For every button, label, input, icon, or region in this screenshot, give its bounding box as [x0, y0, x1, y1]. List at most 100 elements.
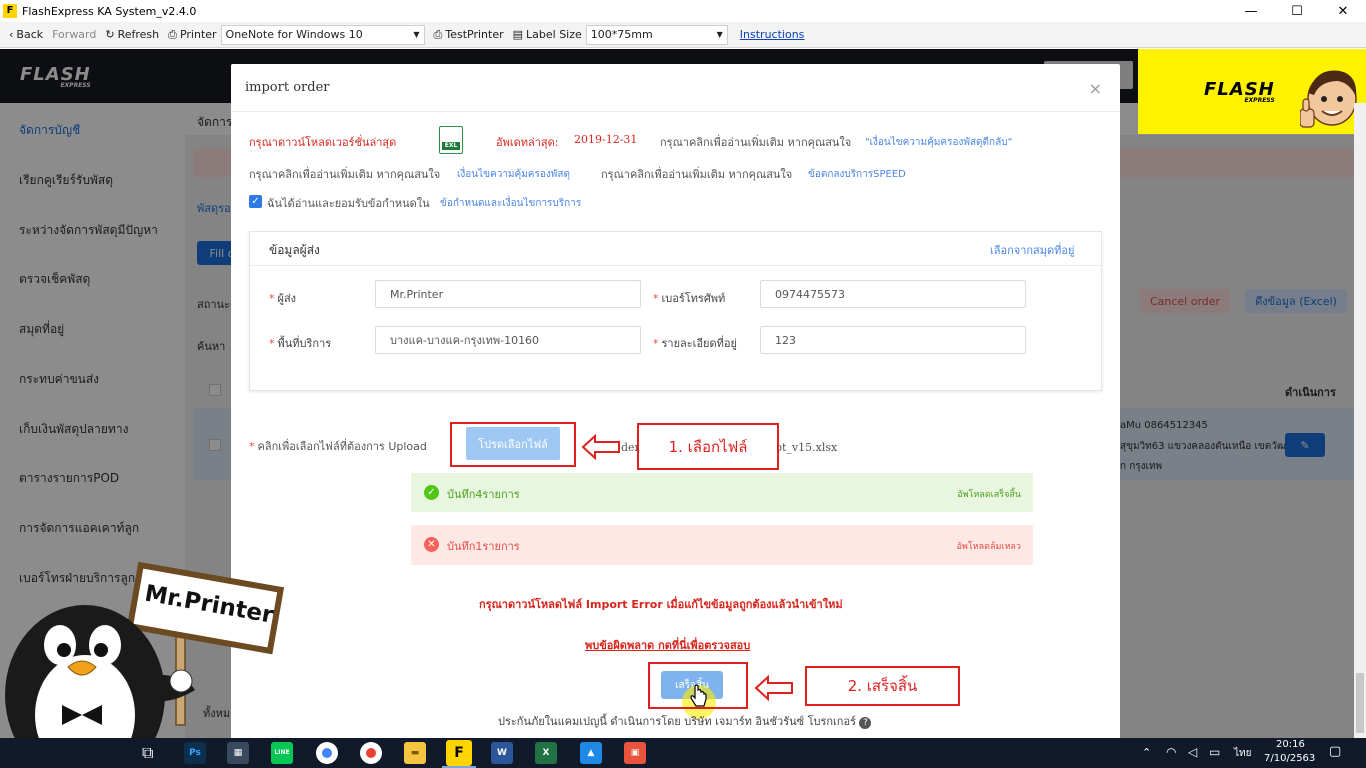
check-circle-icon: ✓ [424, 485, 439, 500]
volume-icon[interactable]: ◁ [1188, 745, 1197, 759]
phone-field[interactable]: 0974475573 [760, 280, 1026, 308]
clock-time[interactable]: 20:16 [1276, 739, 1305, 750]
service-area-field[interactable]: บางแค-บางแค-กรุงเทพ-10160 [375, 326, 641, 354]
read-more-text-2: กรุณาคลิกเพื่ออ่านเพิ่มเติม หากคุณสนใจ [249, 168, 441, 181]
brand-logo: FLASH EXPRESS [1204, 79, 1275, 104]
line-app-icon[interactable]: LINE [271, 742, 293, 764]
forward-label: Forward [52, 28, 97, 41]
excel-template-icon[interactable]: EXL [439, 126, 463, 154]
word-icon[interactable]: W [491, 742, 513, 764]
accept-terms-text: ฉันได้อ่านและยอมรับข้อกำหนดใน [267, 197, 430, 210]
highlight-finish [648, 662, 748, 709]
step2-callout: 2. เสร็จสิ้น [805, 666, 960, 706]
return-coverage-link[interactable]: "เงื่อนไขความคุ้มครองพัสดุตีกลับ" [865, 135, 1012, 150]
printer-label: ⎙ Printer [168, 28, 216, 42]
error-instruction-text: กรุณาดาวน์โหลดไฟล์ Import Error เมื่อแก้… [479, 598, 843, 611]
maximize-button[interactable]: ☐ [1274, 0, 1320, 22]
back-button[interactable]: ‹ Back [9, 28, 43, 41]
photos-icon[interactable]: ▲ [580, 742, 602, 764]
upload-label-text: คลิกเพื่อเลือกไฟล์ที่ต้องการ Upload [257, 440, 427, 453]
label-size-value: 100*75mm [590, 28, 653, 41]
insurance-footer-text: ประกันภัยในแคมเปญนี้ ดำเนินการโดย บริษัท… [498, 715, 856, 728]
success-status: อัพโหลดเสร็จสิ้น [957, 490, 1021, 500]
address-detail-field[interactable]: 123 [760, 326, 1026, 354]
sender-label: * ผู้ส่ง [269, 292, 297, 305]
sender-card-title: ข้อมูลผู้ส่ง [269, 243, 320, 257]
terms-link[interactable]: ข้อกำหนดและเงื่อนไขการบริการ [440, 196, 581, 211]
window-controls: — ☐ ✕ [1228, 0, 1366, 22]
refresh-button[interactable]: ↻ Refresh [105, 28, 159, 41]
battery-icon[interactable]: ▭ [1209, 745, 1220, 759]
chrome-center [322, 748, 332, 758]
flash-express-app-icon[interactable]: F [446, 740, 472, 766]
excel-badge: EXL [442, 142, 460, 150]
help-circle-icon[interactable]: ? [859, 717, 872, 729]
close-window-button[interactable]: ✕ [1320, 0, 1366, 22]
tray-chevron-up-icon[interactable]: ⌃ [1142, 746, 1151, 759]
label-size-label: ▤ Label Size [513, 28, 582, 41]
choose-from-address-book-link[interactable]: เลือกจากสมุดที่อยู่ [990, 241, 1074, 259]
brand-banner: FLASH EXPRESS [1138, 49, 1366, 134]
app-toolbar: ‹ Back Forward ↻ Refresh ⎙ Printer OneNote … [0, 22, 1366, 48]
modal-divider [231, 111, 1120, 112]
window-title: FlashExpress KA System_v2.4.0 [22, 4, 197, 18]
notification-icon[interactable]: ▢ [1329, 744, 1341, 759]
windows-taskbar: ⧉ Ps ▦ LINE ▬ F W X ▲ ▣ ⌃ ◠ ◁ ▭ ไทย 20:1… [0, 738, 1366, 768]
page-scrollbar[interactable] [1354, 103, 1366, 738]
service-area-label: * พื้นที่บริการ [269, 337, 332, 350]
read-more-text-1: กรุณาคลิกเพื่ออ่านเพิ่มเติม หากคุณสนใจ [660, 136, 852, 149]
arrow-left-icon [754, 675, 793, 701]
address-detail-label-text: รายละเอียดที่อยู่ [661, 337, 737, 350]
document-icon: ▤ [512, 28, 524, 41]
file-explorer-icon[interactable]: ▬ [404, 742, 426, 764]
refresh-icon: ↻ [105, 28, 115, 41]
file-name-end: pt_v15.xlsx [775, 441, 838, 454]
chrome-icon[interactable] [316, 742, 338, 764]
scrollbar-thumb[interactable] [1356, 673, 1364, 733]
printer-select[interactable]: OneNote for Windows 10 ▼ [220, 24, 425, 45]
media-app-icon[interactable]: ▣ [624, 742, 646, 764]
back-label: Back [16, 28, 44, 41]
insurance-footer: ประกันภัยในแคมเปญนี้ ดำเนินการโดย บริษัท… [498, 712, 872, 730]
error-circle-icon: ✕ [424, 537, 439, 552]
accept-terms-checkbox[interactable]: ✓ [249, 195, 262, 208]
minimize-button[interactable]: — [1228, 0, 1274, 22]
phone-label-text: เบอร์โทรศัพท์ [661, 292, 726, 305]
test-printer-button[interactable]: ⎙ TestPrinter [434, 28, 504, 42]
thumbs-up-character-icon [1300, 70, 1357, 128]
service-area-label-text: พื้นที่บริการ [277, 337, 332, 350]
speed-service-link[interactable]: ข้อตกลงบริการSPEED [808, 167, 906, 182]
check-errors-link[interactable]: พบข้อผิดพลาด กดที่นี่เพื่อตรวจสอบ [585, 636, 750, 654]
instructions-link[interactable]: Instructions [740, 28, 805, 41]
label-size-select[interactable]: 100*75mm ▼ [585, 24, 728, 45]
error-status: อัพโหลดล้มเหลว [956, 542, 1022, 552]
error-count: บันทึก1รายการ [447, 540, 520, 553]
sender-field[interactable]: Mr.Printer [375, 280, 641, 308]
clock-date[interactable]: 7/10/2563 [1264, 753, 1315, 764]
sender-info-card: ข้อมูลผู้ส่ง เลือกจากสมุดที่อยู่ * ผู้ส่ง… [249, 231, 1103, 391]
chrome-profile-icon[interactable] [360, 742, 382, 764]
success-count: บันทึก4รายการ [447, 488, 520, 501]
dropdown-arrow-icon: ▼ [716, 30, 723, 39]
wifi-icon[interactable]: ◠ [1166, 745, 1176, 759]
forward-button[interactable]: Forward [52, 28, 96, 41]
sender-label-text: ผู้ส่ง [277, 292, 297, 305]
download-latest-text: กรุณาดาวน์โหลดเวอร์ชั่นล่าสุด [249, 136, 397, 149]
address-detail-label: * รายละเอียดที่อยู่ [653, 337, 737, 350]
calculator-icon[interactable]: ▦ [227, 742, 249, 764]
updated-label: อัพเดทล่าสุด: [496, 136, 559, 149]
close-icon[interactable]: × [1089, 79, 1102, 98]
language-indicator[interactable]: ไทย [1234, 746, 1251, 761]
phone-label: * เบอร์โทรศัพท์ [653, 292, 726, 305]
sender-card-header [250, 232, 1103, 266]
upload-label: * คลิกเพื่อเลือกไฟล์ที่ต้องการ Upload [249, 440, 427, 453]
excel-icon[interactable]: X [535, 742, 557, 764]
upload-error-box: ✕ บันทึก1รายการ อัพโหลดล้มเหลว [411, 525, 1033, 565]
printer-select-value: OneNote for Windows 10 [225, 28, 363, 41]
import-order-modal: import order × กรุณาดาวน์โหลดเวอร์ชั่นล่… [231, 64, 1120, 744]
modal-title: import order [245, 80, 330, 95]
task-view-icon[interactable]: ⧉ [142, 743, 153, 763]
refresh-label: Refresh [117, 28, 160, 41]
coverage-link[interactable]: เงื่อนไขความคุ้มครองพัสดุ [457, 167, 570, 182]
photoshop-icon[interactable]: Ps [184, 742, 206, 764]
